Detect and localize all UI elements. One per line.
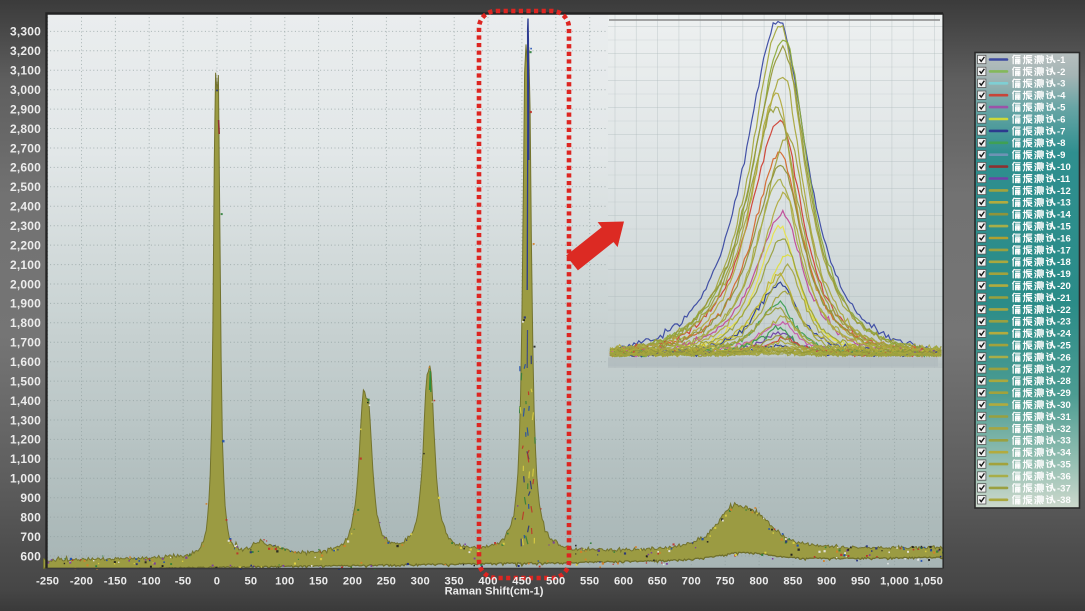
svg-text:-1: -1 <box>1057 55 1066 66</box>
svg-text:-25: -25 <box>1057 341 1071 352</box>
svg-text:-250: -250 <box>36 576 59 588</box>
svg-text:-28: -28 <box>1057 376 1071 387</box>
svg-text:100: 100 <box>275 576 294 588</box>
svg-text:1,000: 1,000 <box>10 472 41 486</box>
svg-text:-5: -5 <box>1057 103 1066 114</box>
svg-text:1,800: 1,800 <box>10 316 41 330</box>
svg-text:-38: -38 <box>1057 495 1071 506</box>
svg-text:700: 700 <box>682 576 701 588</box>
svg-text:-8: -8 <box>1057 138 1065 149</box>
svg-text:-34: -34 <box>1057 448 1071 459</box>
svg-text:2,100: 2,100 <box>10 258 41 272</box>
svg-text:-23: -23 <box>1057 317 1071 328</box>
svg-text:-29: -29 <box>1057 388 1071 399</box>
svg-text:1,050: 1,050 <box>914 576 943 588</box>
svg-text:1,700: 1,700 <box>10 336 41 350</box>
svg-text:-14: -14 <box>1057 210 1071 221</box>
svg-text:2,900: 2,900 <box>10 102 41 116</box>
svg-text:2,500: 2,500 <box>10 180 41 194</box>
svg-text:-19: -19 <box>1057 269 1071 280</box>
svg-text:650: 650 <box>648 576 667 588</box>
svg-text:0: 0 <box>214 576 220 588</box>
svg-text:-20: -20 <box>1057 281 1071 292</box>
svg-text:-32: -32 <box>1057 424 1071 435</box>
svg-text:1,200: 1,200 <box>10 433 41 447</box>
svg-text:-37: -37 <box>1057 483 1071 494</box>
svg-text:2,600: 2,600 <box>10 161 41 175</box>
svg-text:1,500: 1,500 <box>10 374 41 388</box>
svg-text:-150: -150 <box>104 576 127 588</box>
svg-text:2,000: 2,000 <box>10 277 41 291</box>
svg-text:-11: -11 <box>1057 174 1071 185</box>
svg-text:700: 700 <box>20 530 41 544</box>
svg-text:-33: -33 <box>1057 436 1071 447</box>
svg-text:1,400: 1,400 <box>10 394 41 408</box>
svg-text:-36: -36 <box>1057 471 1071 482</box>
svg-text:600: 600 <box>20 549 41 563</box>
svg-text:-13: -13 <box>1057 198 1071 209</box>
svg-text:-24: -24 <box>1057 329 1071 340</box>
svg-text:50: 50 <box>244 576 257 588</box>
svg-text:600: 600 <box>614 576 633 588</box>
svg-text:-27: -27 <box>1057 364 1071 375</box>
svg-text:3,200: 3,200 <box>10 44 41 58</box>
svg-text:-18: -18 <box>1057 257 1071 268</box>
svg-text:2,800: 2,800 <box>10 122 41 136</box>
svg-text:-26: -26 <box>1057 352 1071 363</box>
svg-text:-16: -16 <box>1057 233 1071 244</box>
svg-text:-10: -10 <box>1057 162 1071 173</box>
svg-text:2,700: 2,700 <box>10 141 41 155</box>
svg-text:300: 300 <box>411 576 430 588</box>
svg-text:-31: -31 <box>1057 412 1071 423</box>
svg-text:750: 750 <box>716 576 735 588</box>
svg-text:-100: -100 <box>138 576 161 588</box>
svg-text:800: 800 <box>20 510 41 524</box>
svg-text:-4: -4 <box>1057 91 1066 102</box>
svg-text:900: 900 <box>817 576 836 588</box>
svg-text:900: 900 <box>20 491 41 505</box>
svg-text:250: 250 <box>377 576 396 588</box>
svg-text:1,300: 1,300 <box>10 413 41 427</box>
svg-text:-30: -30 <box>1057 400 1071 411</box>
svg-text:-200: -200 <box>70 576 93 588</box>
svg-text:-7: -7 <box>1057 126 1065 137</box>
svg-text:-22: -22 <box>1057 305 1071 316</box>
svg-text:-12: -12 <box>1057 186 1071 197</box>
svg-text:2,300: 2,300 <box>10 219 41 233</box>
svg-text:200: 200 <box>343 576 362 588</box>
svg-text:3,000: 3,000 <box>10 83 41 97</box>
svg-text:-3: -3 <box>1057 79 1065 90</box>
svg-text:550: 550 <box>580 576 599 588</box>
svg-text:1,900: 1,900 <box>10 297 41 311</box>
svg-text:150: 150 <box>309 576 328 588</box>
svg-text:-17: -17 <box>1057 245 1071 256</box>
svg-text:1,100: 1,100 <box>10 452 41 466</box>
svg-text:-15: -15 <box>1057 222 1071 233</box>
svg-text:500: 500 <box>546 576 565 588</box>
svg-text:-50: -50 <box>175 576 192 588</box>
svg-text:3,100: 3,100 <box>10 64 41 78</box>
svg-text:2,200: 2,200 <box>10 238 41 252</box>
svg-text:-21: -21 <box>1057 293 1071 304</box>
svg-text:1,600: 1,600 <box>10 355 41 369</box>
svg-text:-2: -2 <box>1057 67 1065 78</box>
svg-text:950: 950 <box>851 576 870 588</box>
svg-text:-6: -6 <box>1057 114 1065 125</box>
svg-text:800: 800 <box>749 576 768 588</box>
svg-text:850: 850 <box>783 576 802 588</box>
svg-text:1,000: 1,000 <box>880 576 909 588</box>
svg-text:3,300: 3,300 <box>10 25 41 39</box>
svg-text:Raman Shift(cm-1): Raman Shift(cm-1) <box>445 586 544 598</box>
svg-text:-9: -9 <box>1057 150 1065 161</box>
svg-text:2,400: 2,400 <box>10 200 41 214</box>
svg-text:-35: -35 <box>1057 460 1071 471</box>
